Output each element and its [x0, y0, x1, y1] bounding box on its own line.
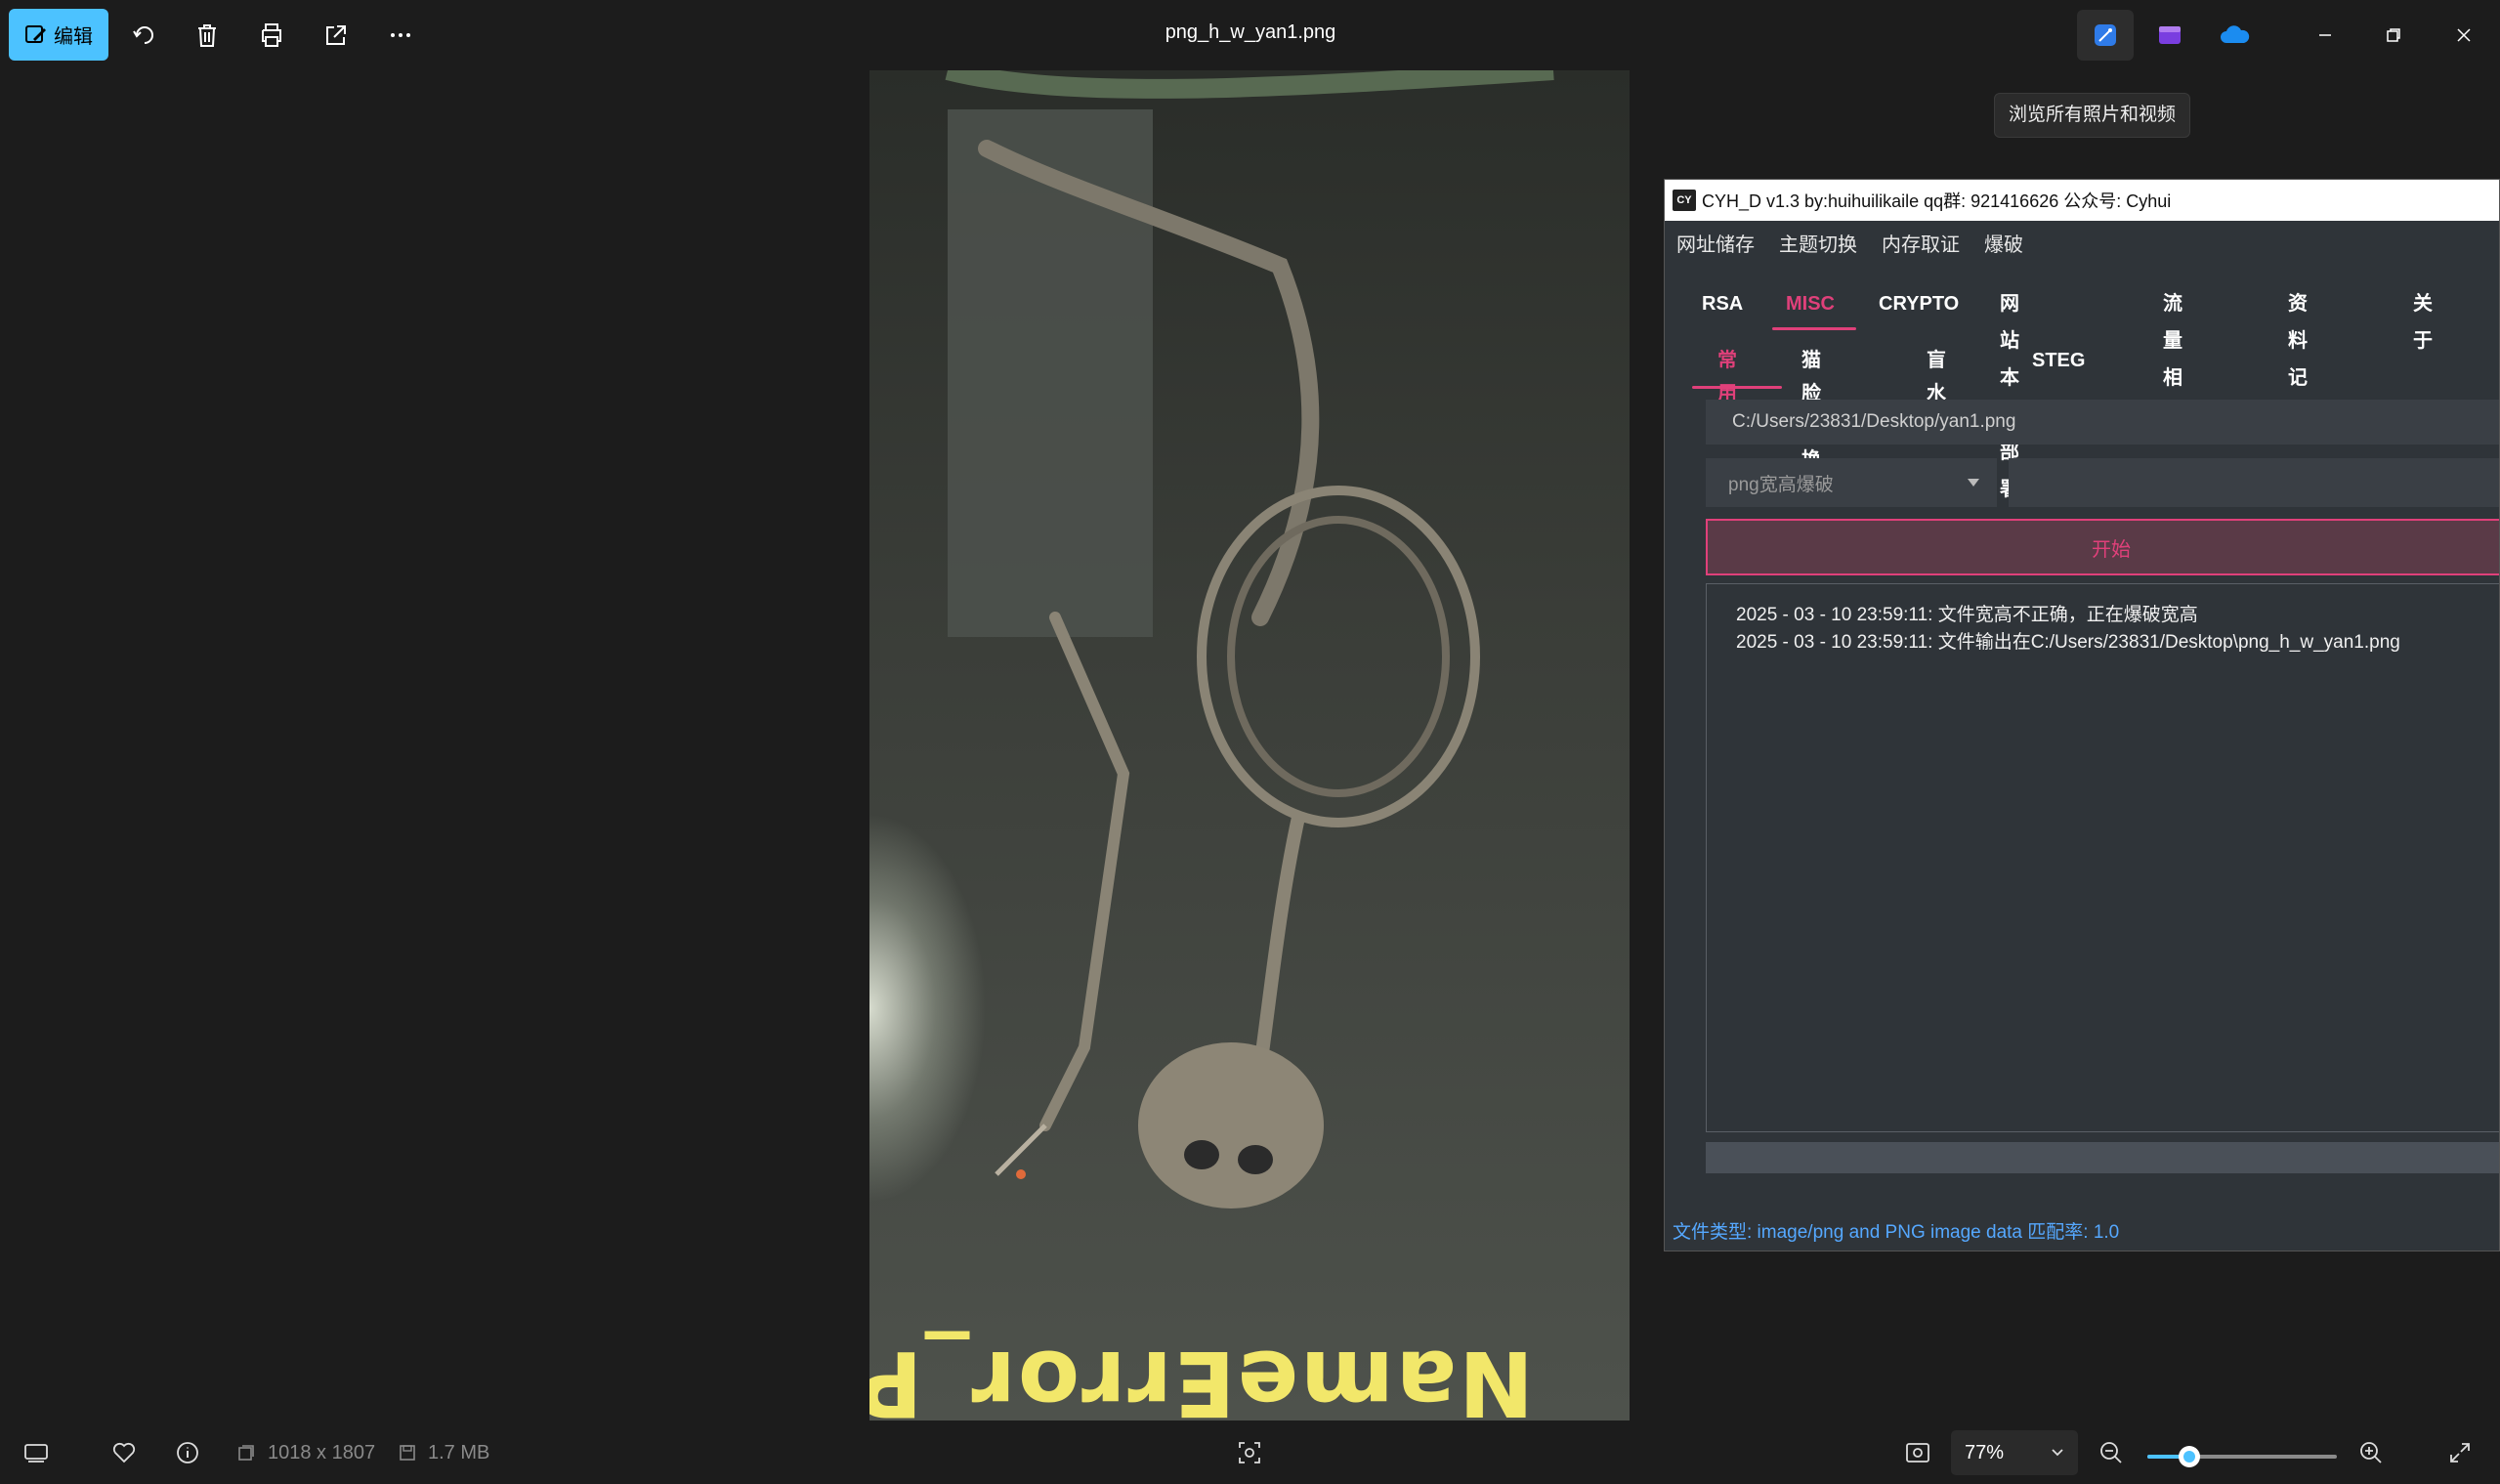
browse-photos-tooltip: 浏览所有照片和视频: [1994, 93, 2191, 138]
menu-theme-switch[interactable]: 主题切换: [1779, 229, 1857, 266]
share-icon: [326, 25, 346, 45]
cyh-menu-bar: 网址储存 主题切换 内存取证 爆破: [1665, 229, 2036, 266]
displayed-photo: NameError_P: [869, 70, 1630, 1420]
video-editor-icon: [2159, 26, 2181, 44]
photo-watermark-text: NameError_P: [869, 1331, 1534, 1420]
edit-image-icon: [25, 24, 46, 43]
bottom-status-bar: 1018 x 1807 1.7 MB: [0, 1421, 2500, 1484]
filmstrip-icon: [24, 1444, 48, 1463]
mode-select[interactable]: png宽高爆破: [1706, 458, 1997, 507]
restore-icon: [2387, 28, 2400, 42]
subtab-arnold-cat-map[interactable]: 猫脸变换: [1801, 344, 1821, 471]
start-button-label: 开始: [2092, 538, 2131, 561]
filmstrip-button[interactable]: [23, 1421, 49, 1484]
subtab-blind-watermark[interactable]: 盲水印: [1927, 344, 1946, 438]
tab-rsa[interactable]: RSA: [1702, 285, 1743, 334]
tab-records[interactable]: 资料记录: [2288, 285, 2308, 426]
subtab-common-indicator: [1692, 386, 1782, 389]
favorite-button[interactable]: [111, 1421, 137, 1484]
output-log[interactable]: 2025 - 03 - 10 23:59:11: 文件宽高不正确，正在爆破宽高 …: [1706, 583, 2499, 1132]
trash-icon: [198, 24, 216, 47]
close-icon: [2457, 28, 2471, 42]
parameter-input[interactable]: [2009, 458, 2499, 507]
share-button[interactable]: [317, 16, 356, 55]
file-title: png_h_w_yan1.png: [1165, 21, 1336, 43]
skeleton-illustration: [945, 70, 1554, 1208]
mode-select-value: png宽高爆破: [1728, 474, 1834, 495]
onedrive-cloud-icon: [2221, 25, 2250, 43]
tab-crypto[interactable]: CRYPTO: [1879, 285, 1959, 334]
chevron-down-icon: [2052, 1449, 2063, 1457]
top-toolbar: 编辑 png_h_w_yan1.png: [0, 0, 2500, 70]
menu-memory-forensics[interactable]: 内存取证: [1882, 229, 1960, 266]
tab-local-deploy[interactable]: 网站本地部署: [2000, 285, 2019, 500]
minimize-icon: [2319, 34, 2331, 36]
file-type-status: 文件类型: image/png and PNG image data 匹配率: …: [1673, 1222, 2120, 1243]
visual-search-button[interactable]: [1237, 1421, 1262, 1484]
cyh-tool-window: CY CYH_D v1.3 by:huihuilikaile qq群: 9214…: [1664, 179, 2500, 1251]
more-options-button[interactable]: [381, 16, 420, 55]
heart-icon: [112, 1442, 136, 1463]
tab-misc-label: MISC: [1786, 293, 1835, 315]
browse-photos-button[interactable]: [2077, 10, 2134, 61]
save-disk-icon: [400, 1445, 415, 1461]
subtab-steg[interactable]: STEG: [2032, 344, 2085, 393]
tab-traffic[interactable]: 流量相关: [2163, 285, 2182, 426]
image-dimensions-value: 1018 x 1807: [268, 1441, 376, 1463]
menu-brute-force[interactable]: 爆破: [1984, 229, 2023, 266]
rotate-icon: [133, 26, 153, 44]
edit-button[interactable]: 编辑: [9, 9, 108, 61]
ellipsis-icon: [391, 33, 410, 37]
photos-app-icon: [2095, 24, 2116, 46]
tab-misc-indicator: [1772, 327, 1856, 330]
log-line: 2025 - 03 - 10 23:59:11: 文件输出在C:/Users/2…: [1736, 632, 2400, 653]
cyh-title-bar: CY CYH_D v1.3 by:huihuilikaile qq群: 9214…: [1665, 180, 2499, 221]
onedrive-button[interactable]: [2206, 10, 2263, 61]
close-button[interactable]: [2440, 14, 2487, 57]
file-size-value: 1.7 MB: [428, 1441, 490, 1463]
image-dimensions: 1018 x 1807: [236, 1421, 375, 1484]
minimize-button[interactable]: [2302, 14, 2349, 57]
cyh-window-title: CYH_D v1.3 by:huihuilikaile qq群: 9214166…: [1702, 191, 2172, 211]
zoom-out-button[interactable]: [2098, 1421, 2124, 1484]
print-button[interactable]: [252, 16, 291, 55]
edit-button-label: 编辑: [54, 26, 93, 48]
restore-button[interactable]: [2370, 14, 2417, 57]
cyh-logo-icon: CY: [1673, 190, 1696, 211]
fit-screen-icon: [1906, 1443, 1929, 1463]
zoom-level-value: 77%: [1965, 1441, 2005, 1463]
menu-url-storage[interactable]: 网址储存: [1676, 229, 1755, 266]
zoom-level-dropdown[interactable]: 77%: [1951, 1430, 2078, 1475]
clipchamp-button[interactable]: [2141, 10, 2198, 61]
delete-button[interactable]: [188, 16, 227, 55]
print-icon: [262, 23, 281, 47]
zoom-slider[interactable]: [2147, 1446, 2337, 1467]
dimensions-icon: [238, 1445, 254, 1461]
log-line: 2025 - 03 - 10 23:59:11: 文件宽高不正确，正在爆破宽高: [1736, 605, 2198, 625]
tab-about[interactable]: 关于: [2413, 285, 2433, 352]
fit-to-window-button[interactable]: [1905, 1421, 1930, 1484]
rotate-button[interactable]: [125, 16, 164, 55]
visual-search-icon: [1239, 1442, 1260, 1463]
file-path-value: C:/Users/23831/Desktop/yan1.png: [1732, 411, 2016, 432]
progress-bar: [1706, 1142, 2499, 1173]
zoom-in-icon: [2360, 1442, 2382, 1463]
dropdown-arrow-icon: [1968, 479, 1979, 487]
expand-icon: [2450, 1443, 2470, 1463]
info-icon: [177, 1442, 198, 1463]
zoom-slider-thumb[interactable]: [2178, 1446, 2200, 1467]
file-path-input[interactable]: C:/Users/23831/Desktop/yan1.png: [1706, 400, 2499, 445]
zoom-out-icon: [2100, 1442, 2122, 1463]
start-button[interactable]: 开始: [1706, 519, 2499, 575]
file-size: 1.7 MB: [399, 1421, 489, 1484]
zoom-in-button[interactable]: [2358, 1421, 2384, 1484]
fullscreen-button[interactable]: [2448, 1421, 2472, 1484]
file-info-button[interactable]: [176, 1421, 199, 1484]
